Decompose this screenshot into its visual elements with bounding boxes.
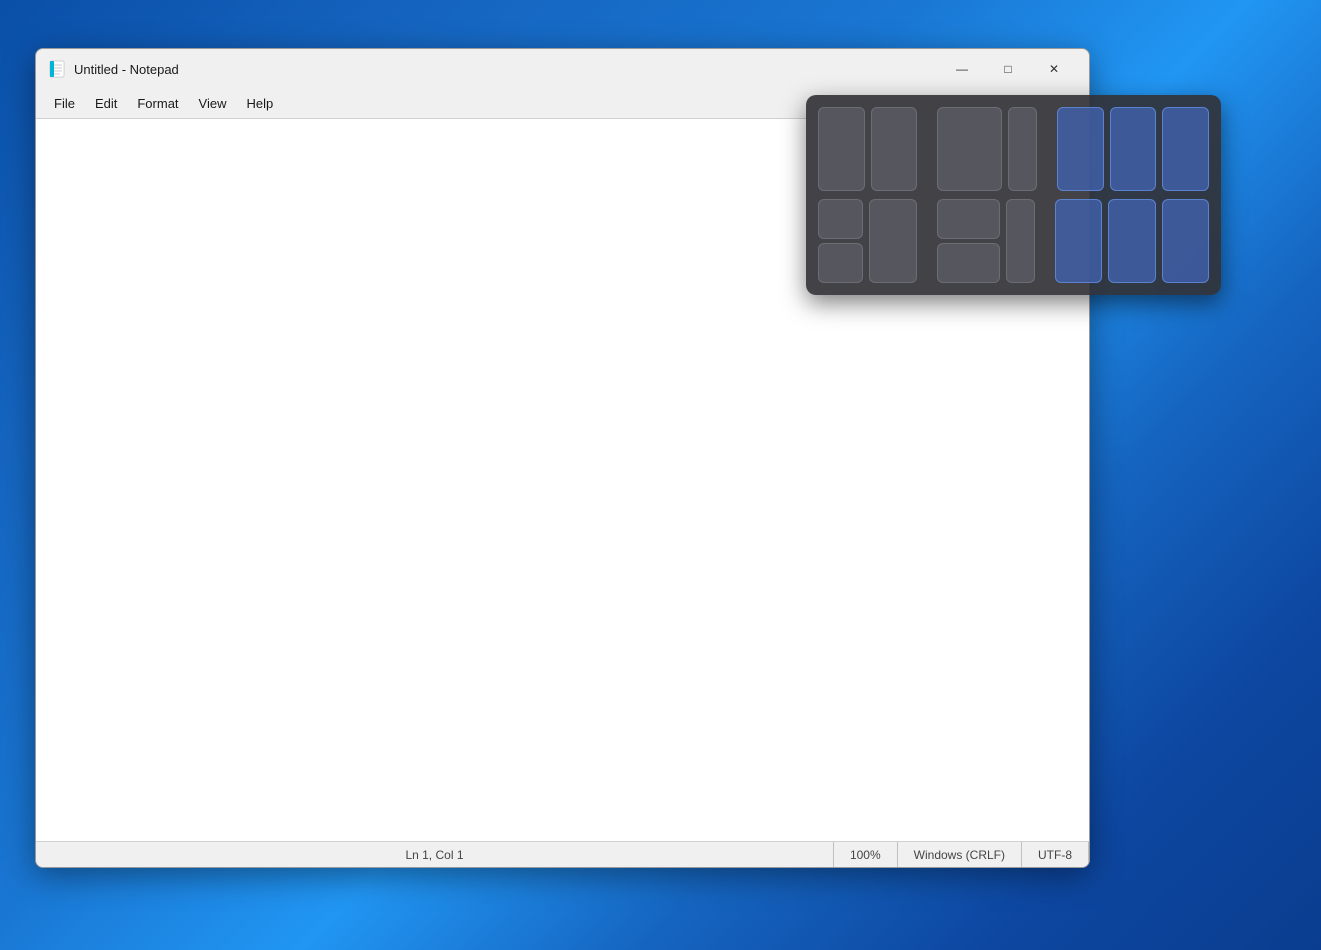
snap-row-2 <box>818 199 1209 283</box>
snap-cell-r2c6[interactable] <box>1108 199 1155 283</box>
window-controls: — □ ✕ <box>939 53 1077 85</box>
status-bar: Ln 1, Col 1 100% Windows (CRLF) UTF-8 <box>36 841 1089 867</box>
snap-cell-r1c3[interactable] <box>937 107 1002 191</box>
menu-file[interactable]: File <box>44 92 85 115</box>
snap-group-sep-2 <box>1043 107 1051 191</box>
snap-cell-r1c7[interactable] <box>1162 107 1209 191</box>
snap-cell-r1c6[interactable] <box>1110 107 1157 191</box>
snap-cell-r2c3a[interactable] <box>937 199 1000 239</box>
snap-col-r2c3 <box>937 199 1000 283</box>
minimize-button[interactable]: — <box>939 53 985 85</box>
snap-overlay <box>806 95 1221 295</box>
status-zoom: 100% <box>834 842 898 867</box>
status-line-ending: Windows (CRLF) <box>898 842 1022 867</box>
menu-view[interactable]: View <box>189 92 237 115</box>
app-icon <box>48 60 66 78</box>
snap-cell-r2c1a[interactable] <box>818 199 863 239</box>
snap-row-1 <box>818 107 1209 191</box>
snap-cell-r2c1b[interactable] <box>818 243 863 283</box>
snap-cell-r2c2[interactable] <box>869 199 916 283</box>
snap-cell-r2c4[interactable] <box>1006 199 1035 283</box>
menu-edit[interactable]: Edit <box>85 92 127 115</box>
menu-format[interactable]: Format <box>127 92 188 115</box>
snap-cell-r1c2[interactable] <box>871 107 918 191</box>
status-position: Ln 1, Col 1 <box>36 842 834 867</box>
window-title: Untitled - Notepad <box>74 62 939 77</box>
snap-group-sep-1 <box>923 107 931 191</box>
snap-group-sep-4 <box>1041 199 1049 283</box>
menu-help[interactable]: Help <box>236 92 283 115</box>
status-encoding: UTF-8 <box>1022 842 1089 867</box>
maximize-button[interactable]: □ <box>985 53 1031 85</box>
snap-cell-r1c5[interactable] <box>1057 107 1104 191</box>
close-button[interactable]: ✕ <box>1031 53 1077 85</box>
snap-cell-r2c5[interactable] <box>1055 199 1102 283</box>
snap-col-r2c1 <box>818 199 863 283</box>
snap-cell-r2c3b[interactable] <box>937 243 1000 283</box>
title-bar: Untitled - Notepad — □ ✕ <box>36 49 1089 89</box>
snap-group-sep-3 <box>923 199 931 283</box>
snap-cell-r1c1[interactable] <box>818 107 865 191</box>
snap-cell-r1c4[interactable] <box>1008 107 1037 191</box>
snap-cell-r2c7[interactable] <box>1162 199 1209 283</box>
